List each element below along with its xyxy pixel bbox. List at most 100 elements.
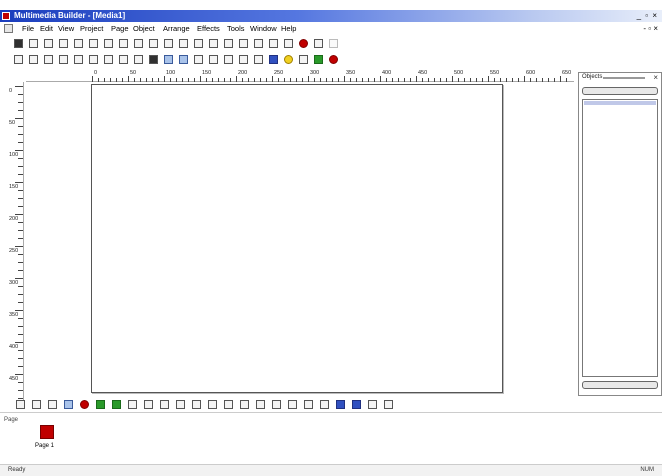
paste-icon[interactable]: [104, 55, 113, 64]
page-thumbnail[interactable]: [40, 425, 54, 439]
check-script-icon[interactable]: [128, 400, 137, 409]
delete-page-icon[interactable]: [224, 55, 233, 64]
fill-color-icon[interactable]: [284, 55, 293, 64]
polyline-icon[interactable]: [224, 39, 233, 48]
ruler-tick: [272, 76, 273, 82]
video-icon[interactable]: [134, 39, 143, 48]
same-width-icon[interactable]: [288, 400, 297, 409]
redo-icon[interactable]: [134, 55, 143, 64]
edit-script-icon[interactable]: [144, 400, 153, 409]
master-page-icon[interactable]: [48, 400, 57, 409]
ungroup-icon[interactable]: [352, 400, 361, 409]
page-canvas[interactable]: [91, 84, 503, 393]
button-icon[interactable]: [59, 39, 68, 48]
globe-icon[interactable]: [284, 39, 293, 48]
grid-icon[interactable]: [164, 55, 173, 64]
ruler-minor-tick: [242, 78, 243, 82]
ani-icon[interactable]: [329, 39, 338, 48]
objects-scroll-down[interactable]: [582, 381, 658, 389]
ruler-tick: [15, 310, 23, 311]
line-icon[interactable]: [209, 39, 218, 48]
bitmap-icon[interactable]: [254, 39, 263, 48]
menu-tools[interactable]: Tools: [227, 24, 245, 34]
same-height-icon[interactable]: [304, 400, 313, 409]
objects-list[interactable]: [582, 99, 658, 377]
menu-effects[interactable]: Effects: [197, 24, 220, 34]
new-page-icon[interactable]: [16, 400, 25, 409]
objects-scroll-up[interactable]: [582, 87, 658, 95]
save-icon[interactable]: [59, 55, 68, 64]
select-arrow-icon[interactable]: [14, 39, 23, 48]
align-icon[interactable]: [239, 55, 248, 64]
forward-arrow-icon[interactable]: [112, 400, 121, 409]
open-icon[interactable]: [29, 55, 38, 64]
page-icon[interactable]: [32, 400, 41, 409]
cursor-icon[interactable]: [254, 55, 263, 64]
document-icon[interactable]: [4, 24, 13, 33]
back-arrow-icon[interactable]: [96, 400, 105, 409]
ruler-minor-tick: [18, 230, 23, 231]
align-center-icon[interactable]: [176, 400, 185, 409]
record-icon[interactable]: [329, 55, 338, 64]
page-list-icon[interactable]: [64, 400, 73, 409]
menu-project[interactable]: Project: [80, 24, 103, 34]
menu-edit[interactable]: Edit: [40, 24, 53, 34]
page-properties-icon[interactable]: [194, 55, 203, 64]
space-vertical-icon[interactable]: [272, 400, 281, 409]
menu-file[interactable]: File: [22, 24, 34, 34]
ruler-tick: [15, 374, 23, 375]
delete-icon[interactable]: [80, 400, 89, 409]
align-left-icon[interactable]: [160, 400, 169, 409]
snap-icon[interactable]: [179, 55, 188, 64]
mpeg-icon[interactable]: [314, 39, 323, 48]
ruler-minor-tick: [224, 78, 225, 82]
text-color-icon[interactable]: [299, 55, 308, 64]
same-size-icon[interactable]: [320, 400, 329, 409]
document-window-controls[interactable]: - ▫ ×: [643, 24, 658, 34]
effects-icon[interactable]: [314, 55, 323, 64]
menu-icon[interactable]: [119, 39, 128, 48]
text-icon[interactable]: [29, 39, 38, 48]
sound-icon[interactable]: [104, 39, 113, 48]
html-icon[interactable]: [299, 39, 308, 48]
align-top-icon[interactable]: [208, 400, 217, 409]
image-icon[interactable]: [74, 39, 83, 48]
undo-icon[interactable]: [119, 55, 128, 64]
ruler-label: 400: [9, 344, 19, 350]
panel-grip[interactable]: [603, 77, 645, 79]
rectangle-icon[interactable]: [164, 39, 173, 48]
rounded-rectangle-icon[interactable]: [179, 39, 188, 48]
flash-icon[interactable]: [149, 39, 158, 48]
ellipse-icon[interactable]: [194, 39, 203, 48]
ruler-minor-tick: [554, 78, 555, 82]
align-right-icon[interactable]: [192, 400, 201, 409]
text-box-icon[interactable]: [44, 39, 53, 48]
menu-window[interactable]: Window: [250, 24, 277, 34]
menu-arrange[interactable]: Arrange: [163, 24, 190, 34]
window-controls[interactable]: _ ▫ ×: [637, 11, 658, 21]
paragraph-icon[interactable]: [269, 39, 278, 48]
frame-icon[interactable]: [239, 39, 248, 48]
front-icon[interactable]: [368, 400, 377, 409]
cut-icon[interactable]: [74, 55, 83, 64]
menu-object[interactable]: Object: [133, 24, 155, 34]
page-label: Page 1: [35, 443, 55, 449]
menu-page[interactable]: Page: [111, 24, 129, 34]
line-color-icon[interactable]: [269, 55, 278, 64]
back-icon[interactable]: [384, 400, 393, 409]
align-middle-icon[interactable]: [224, 400, 233, 409]
menu-help[interactable]: Help: [281, 24, 296, 34]
ruler-minor-tick: [182, 78, 183, 82]
menu-view[interactable]: View: [58, 24, 74, 34]
bitmap-button-icon[interactable]: [89, 39, 98, 48]
binoculars-icon[interactable]: [149, 55, 158, 64]
new-icon[interactable]: [14, 55, 23, 64]
group-icon[interactable]: [336, 400, 345, 409]
ruler-minor-tick: [542, 78, 543, 82]
copy-icon[interactable]: [89, 55, 98, 64]
insert-page-icon[interactable]: [209, 55, 218, 64]
align-bottom-icon[interactable]: [240, 400, 249, 409]
space-horizontal-icon[interactable]: [256, 400, 265, 409]
close-icon[interactable]: ×: [653, 73, 658, 82]
open-folder-icon[interactable]: [44, 55, 53, 64]
